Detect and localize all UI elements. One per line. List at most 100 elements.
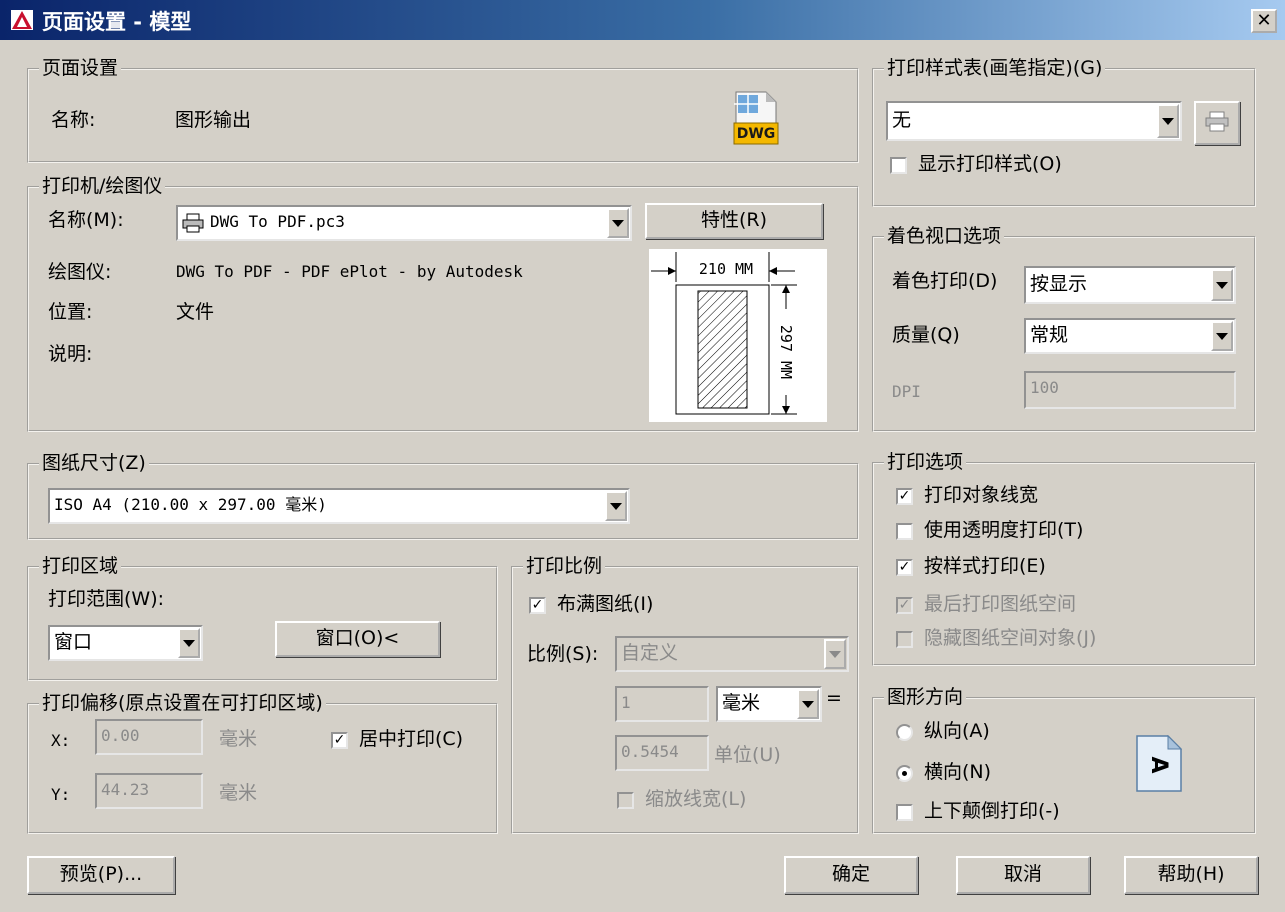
scale-value: 自定义 [621,642,679,664]
scale-lineweights-checkbox[interactable] [617,792,634,809]
orientation-icon-letter: A [1146,756,1171,774]
plot-with-styles-checkbox[interactable]: ✓ [896,559,913,576]
plot-scale-group: 打印比例 ✓ 布满图纸(I) 比例(S): 自定义 1 毫米 = 0.5454 … [511,555,859,834]
fit-to-paper-label: 布满图纸(I) [557,593,654,615]
page-setup-name-value: 图形输出 [175,109,252,131]
window-title: 页面设置 - 模型 [42,10,192,34]
offset-y-input[interactable]: 44.23 [95,773,203,809]
dwg-icon-text: DWG [736,126,776,142]
ok-button[interactable]: 确定 [784,856,918,894]
plot-style-table-select[interactable]: 无 [886,101,1182,141]
plot-style-table-group-label: 打印样式表(画笔指定)(G) [884,57,1106,79]
plot-style-edit-icon [1205,111,1229,132]
plot-area-group-label: 打印区域 [39,555,122,577]
upside-down-checkbox[interactable] [896,804,913,821]
scale-dropdown-arrow[interactable] [824,639,846,669]
window-pick-button[interactable]: 窗口(O)< [275,621,440,657]
hide-paperspace-objects-checkbox[interactable] [896,631,913,648]
plot-object-lineweights-checkbox[interactable]: ✓ [896,488,913,505]
paper-size-group-label: 图纸尺寸(Z) [39,452,149,474]
close-button[interactable]: ✕ [1251,9,1277,33]
plot-options-group: 打印选项 ✓ 打印对象线宽 使用透明度打印(T) ✓ 按样式打印(E) ✓ 最后… [872,451,1256,666]
scale-equals: = [826,687,842,709]
scale-label: 比例(S): [527,643,599,665]
offset-y-unit: 毫米 [219,782,258,804]
orientation-group: 图形方向 纵向(A) 横向(N) 上下颠倒打印(-) A [872,686,1256,834]
printer-name-label: 名称(M): [48,209,124,231]
preview-width-label: 210 MM [686,259,766,279]
shade-plot-select[interactable]: 按显示 [1024,266,1236,304]
orientation-group-label: 图形方向 [884,686,967,708]
dpi-label: DPI [892,382,921,401]
shaded-viewport-group-label: 着色视口选项 [884,225,1005,247]
plot-style-table-group: 打印样式表(画笔指定)(G) 无 显示打印样式(O) [872,57,1256,207]
autocad-app-icon [11,10,33,30]
landscape-radio[interactable] [896,765,913,782]
properties-button[interactable]: 特性(R) [645,203,823,239]
shaded-viewport-group: 着色视口选项 着色打印(D) 按显示 质量(Q) 常规 DPI 100 [872,225,1256,432]
quality-dropdown-arrow[interactable] [1211,321,1233,351]
paper-size-select[interactable]: ISO A4 (210.00 x 297.00 毫米) [48,488,630,524]
scale-unit-value: 毫米 [722,692,761,714]
shade-plot-dropdown-arrow[interactable] [1211,269,1233,301]
page-setup-name-label: 名称: [51,109,96,131]
shade-plot-value: 按显示 [1030,273,1088,295]
center-plot-checkbox[interactable]: ✓ [331,732,348,749]
hide-paperspace-objects-label: 隐藏图纸空间对象(J) [924,627,1097,649]
quality-select[interactable]: 常规 [1024,318,1236,354]
location-value: 文件 [176,301,215,323]
plot-transparency-label: 使用透明度打印(T) [924,519,1084,541]
printer-group: 打印机/绘图仪 名称(M): DWG To PDF.pc3 特性(R) 绘图仪:… [27,175,859,432]
display-plot-styles-label: 显示打印样式(O) [918,153,1062,175]
offset-x-unit: 毫米 [219,728,258,750]
landscape-orientation-icon: A [1136,735,1182,792]
plot-object-lineweights-label: 打印对象线宽 [924,484,1039,506]
page-setup-group-label: 页面设置 [39,57,122,79]
plot-paperspace-last-label: 最后打印图纸空间 [924,593,1077,615]
plot-options-group-label: 打印选项 [884,451,967,473]
paper-size-dropdown-arrow[interactable] [605,491,627,521]
printer-name-value: DWG To PDF.pc3 [210,212,345,231]
offset-x-input[interactable]: 0.00 [95,719,203,755]
scale-select[interactable]: 自定义 [615,636,849,672]
paper-size-group: 图纸尺寸(Z) ISO A4 (210.00 x 297.00 毫米) [27,452,859,540]
plot-range-dropdown-arrow[interactable] [178,628,200,658]
scale-unit-select[interactable]: 毫米 [716,686,822,722]
location-label: 位置: [48,301,93,323]
display-plot-styles-checkbox[interactable] [890,157,907,174]
fit-to-paper-checkbox[interactable]: ✓ [529,597,546,614]
preview-height-label: 297 MM [777,324,795,380]
help-button[interactable]: 帮助(H) [1124,856,1258,894]
dpi-input[interactable]: 100 [1024,371,1236,409]
title-bar [0,0,1285,40]
upside-down-label: 上下颠倒打印(-) [924,800,1060,822]
plot-range-select[interactable]: 窗口 [48,625,203,661]
portrait-radio[interactable] [896,724,913,741]
dwg-file-icon: DWG [726,89,782,147]
scale-lineweights-label: 缩放线宽(L) [645,788,747,810]
preview-button[interactable]: 预览(P)... [27,856,175,894]
scale-value1-input[interactable]: 1 [615,686,709,722]
description-label: 说明: [48,343,93,365]
offset-y-label: Y: [51,785,71,804]
shade-plot-label: 着色打印(D) [892,270,998,292]
offset-x-label: X: [51,731,71,750]
plotter-value: DWG To PDF - PDF ePlot - by Autodesk [176,262,523,281]
plot-range-value: 窗口 [54,631,93,653]
portrait-label: 纵向(A) [924,720,990,742]
edit-plot-style-button[interactable] [1194,101,1240,145]
plot-style-table-dropdown-arrow[interactable] [1157,104,1179,138]
plot-with-styles-label: 按样式打印(E) [924,555,1046,577]
scale-unit-dropdown-arrow[interactable] [797,689,819,719]
plot-offset-group-label: 打印偏移(原点设置在可打印区域) [39,692,326,714]
scale-value2-input[interactable]: 0.5454 [615,735,709,771]
plot-transparency-checkbox[interactable] [896,523,913,540]
quality-label: 质量(Q) [892,324,960,346]
printer-dropdown-arrow[interactable] [607,208,629,238]
plot-style-table-value: 无 [892,109,912,131]
plot-paperspace-last-checkbox[interactable]: ✓ [896,597,913,614]
paper-preview: 210 MM 297 MM [649,249,827,422]
cancel-button[interactable]: 取消 [956,856,1090,894]
printer-name-select[interactable]: DWG To PDF.pc3 [176,205,632,241]
landscape-label: 横向(N) [924,761,992,783]
